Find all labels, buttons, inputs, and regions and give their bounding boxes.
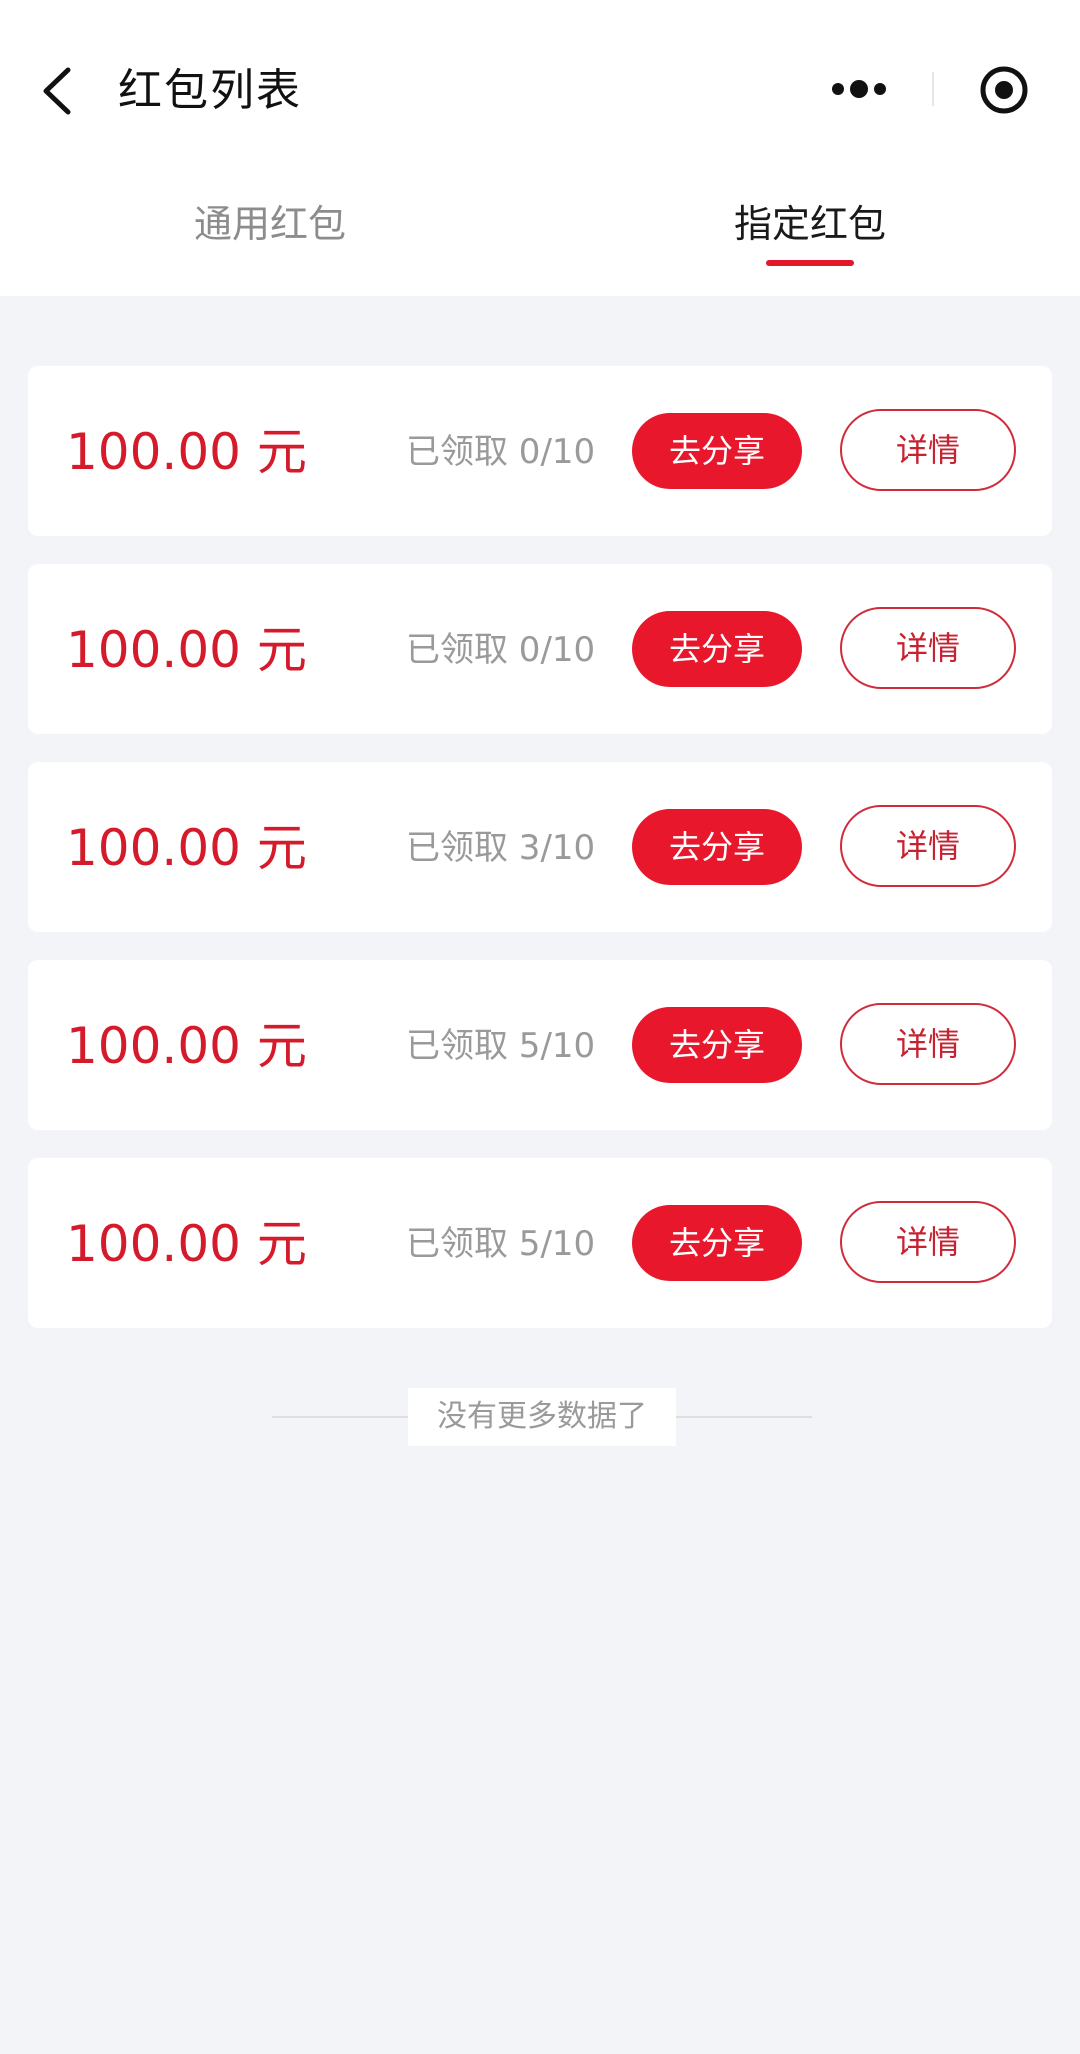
- red-packet-card: 100.00 元 已领取 0/10 去分享 详情: [28, 564, 1052, 734]
- red-packet-card: 100.00 元 已领取 0/10 去分享 详情: [28, 366, 1052, 536]
- share-button[interactable]: 去分享: [632, 1205, 802, 1281]
- tab-bar: 通用红包 指定红包: [0, 180, 1080, 296]
- active-tab-indicator: [766, 260, 854, 266]
- claimed-count: 已领取 0/10: [406, 432, 596, 472]
- share-button[interactable]: 去分享: [632, 413, 802, 489]
- divider-line: [272, 1416, 408, 1418]
- detail-button[interactable]: 详情: [840, 607, 1016, 689]
- amount: 100.00 元: [66, 1215, 307, 1273]
- amount: 100.00 元: [66, 423, 307, 481]
- red-packet-card: 100.00 元 已领取 3/10 去分享 详情: [28, 762, 1052, 932]
- red-packet-card: 100.00 元 已领取 5/10 去分享 详情: [28, 960, 1052, 1130]
- amount: 100.00 元: [66, 1017, 307, 1075]
- detail-button[interactable]: 详情: [840, 409, 1016, 491]
- claimed-count: 已领取 3/10: [406, 828, 596, 868]
- divider-line: [676, 1416, 812, 1418]
- detail-button[interactable]: 详情: [840, 1003, 1016, 1085]
- red-packet-card: 100.00 元 已领取 5/10 去分享 详情: [28, 1158, 1052, 1328]
- end-of-list-indicator: 没有更多数据了: [272, 1388, 812, 1446]
- tab-label: 指定红包: [733, 202, 886, 246]
- more-button[interactable]: [812, 44, 932, 134]
- target-circle-icon: [980, 66, 1028, 114]
- page-title: 红包列表: [118, 65, 302, 116]
- share-button[interactable]: 去分享: [632, 1007, 802, 1083]
- close-mini-program-button[interactable]: [934, 44, 1052, 134]
- mini-program-capsule: [812, 44, 1052, 134]
- tab-assigned-red-packet[interactable]: 指定红包: [660, 180, 960, 296]
- claimed-count: 已领取 5/10: [406, 1026, 596, 1066]
- tab-general-red-packet[interactable]: 通用红包: [120, 180, 420, 296]
- nav-bar: 红包列表: [0, 0, 1080, 180]
- claimed-count: 已领取 0/10: [406, 630, 596, 670]
- back-button[interactable]: [34, 58, 84, 124]
- amount: 100.00 元: [66, 819, 307, 877]
- tab-label: 通用红包: [193, 202, 346, 246]
- share-button[interactable]: 去分享: [632, 611, 802, 687]
- claimed-count: 已领取 5/10: [406, 1224, 596, 1264]
- detail-button[interactable]: 详情: [840, 805, 1016, 887]
- detail-button[interactable]: 详情: [840, 1201, 1016, 1283]
- chevron-left-icon: [43, 67, 71, 115]
- share-button[interactable]: 去分享: [632, 809, 802, 885]
- amount: 100.00 元: [66, 621, 307, 679]
- more-dots-icon: [832, 80, 886, 98]
- no-more-data-text: 没有更多数据了: [408, 1388, 676, 1446]
